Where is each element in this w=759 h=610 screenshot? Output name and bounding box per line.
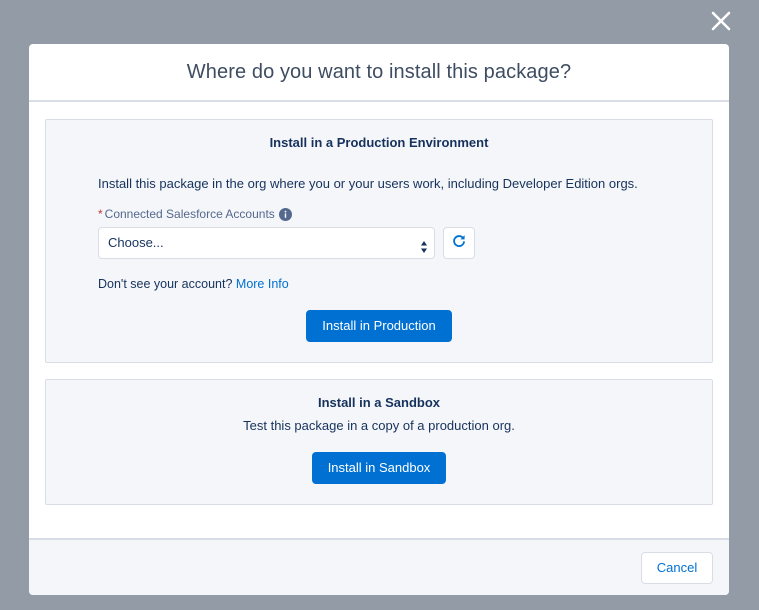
modal-body: Install in a Production Environment Inst…: [29, 102, 729, 538]
production-card: Install in a Production Environment Inst…: [45, 119, 713, 363]
info-icon[interactable]: [278, 207, 292, 221]
sandbox-card: Install in a Sandbox Test this package i…: [45, 379, 713, 505]
production-heading: Install in a Production Environment: [269, 135, 489, 150]
accounts-label-text: Connected Salesforce Accounts: [104, 207, 275, 221]
account-help-line: Don't see your account? More Info: [98, 277, 289, 291]
sandbox-heading: Install in a Sandbox: [317, 395, 441, 410]
refresh-accounts-button[interactable]: [443, 227, 475, 259]
close-icon[interactable]: [708, 8, 734, 34]
accounts-field-label: * Connected Salesforce Accounts: [98, 207, 292, 221]
modal-title: Where do you want to install this packag…: [186, 60, 572, 83]
production-description: Install this package in the org where yo…: [98, 176, 638, 191]
install-production-button[interactable]: Install in Production: [306, 310, 452, 342]
more-info-link[interactable]: More Info: [236, 277, 289, 291]
cancel-button[interactable]: Cancel: [641, 552, 713, 584]
sandbox-description: Test this package in a copy of a product…: [243, 418, 515, 433]
modal-header: Where do you want to install this packag…: [29, 44, 729, 102]
help-text: Don't see your account?: [98, 277, 233, 291]
updown-arrows-icon: [420, 236, 428, 253]
modal-footer: Cancel: [29, 538, 729, 595]
refresh-icon: [452, 234, 466, 253]
required-marker: *: [98, 207, 103, 221]
accounts-select-value: Choose...: [108, 235, 164, 250]
accounts-select[interactable]: Choose...: [98, 227, 435, 259]
install-sandbox-button[interactable]: Install in Sandbox: [312, 452, 446, 484]
install-modal: Where do you want to install this packag…: [29, 44, 729, 595]
